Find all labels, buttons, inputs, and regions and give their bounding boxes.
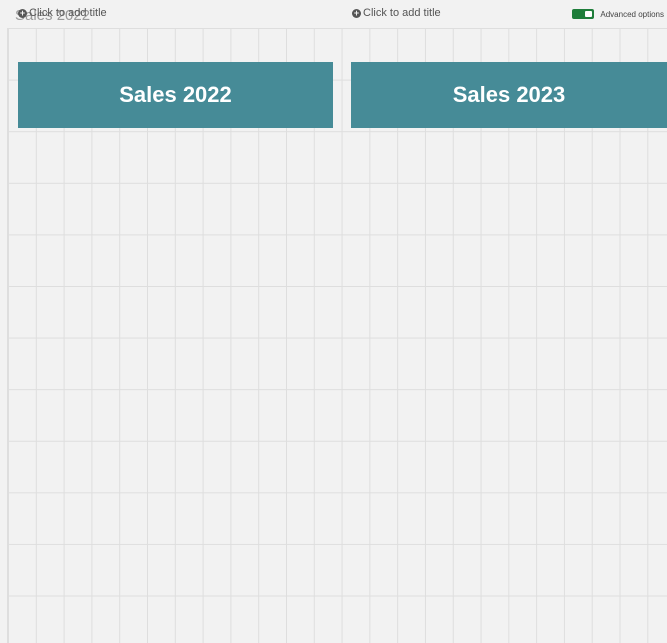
plus-circle-icon: +: [352, 7, 361, 18]
kpi-value-text: Sales 2023: [452, 82, 566, 107]
kpi-value-text: Sales 2022: [119, 82, 232, 107]
add-title-button-2[interactable]: + Click to add title: [352, 7, 441, 19]
plus-circle-icon: +: [18, 7, 27, 18]
toggle-knob: [585, 11, 593, 17]
kpi-object-sales-2023[interactable]: Sales 2023: [351, 62, 667, 128]
add-title-button-1[interactable]: + Click to add title: [18, 7, 107, 19]
advanced-options-control[interactable]: Advanced options: [572, 9, 664, 19]
add-title-label: Click to add title: [363, 7, 441, 19]
app-window: Sales 2022 Advanced options + Click to a…: [0, 0, 667, 643]
add-title-label: Click to add title: [29, 7, 107, 19]
kpi-object-sales-2022[interactable]: Sales 2022: [18, 62, 333, 128]
advanced-options-toggle[interactable]: [572, 9, 595, 19]
advanced-options-label[interactable]: Advanced options: [600, 10, 664, 19]
